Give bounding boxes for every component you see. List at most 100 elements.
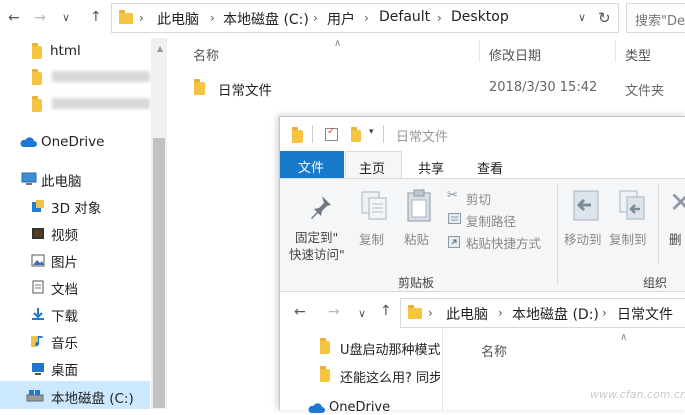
up-arrow-icon[interactable]: ↑ (380, 303, 392, 319)
sidebar-item-downloads[interactable]: 下载 (51, 305, 78, 325)
quick-access-dropdown-icon[interactable]: ▾ (369, 127, 374, 137)
scrollbar-thumb[interactable] (153, 138, 165, 408)
recent-dropdown-icon[interactable]: ∨ (62, 10, 70, 26)
chevron-right-icon: › (364, 11, 369, 25)
copy-to-button[interactable]: 复制到 (609, 229, 647, 248)
refresh-icon[interactable]: ↻ (598, 9, 611, 27)
video-icon (32, 228, 44, 239)
music-icon (31, 336, 43, 347)
divider (312, 125, 313, 143)
tab-home-label: 主页 (359, 162, 386, 177)
sidebar-item-pictures[interactable]: 图片 (51, 251, 78, 271)
sidebar-scrollbar[interactable]: ▲ (151, 38, 167, 409)
documents-icon (32, 280, 44, 294)
sidebar-item-html[interactable]: html (50, 43, 81, 59)
cloud-icon (20, 137, 37, 147)
breadcrumb-drive-d[interactable]: 本地磁盘 (D:) (512, 304, 599, 324)
group-divider (658, 184, 659, 264)
nav-item-usb-boot[interactable]: U盘启动那种模式 (340, 339, 440, 358)
organize-group-label: 组织 (643, 276, 668, 290)
3d-objects-icon (32, 200, 44, 212)
new-folder-icon[interactable] (351, 127, 361, 142)
column-divider[interactable] (615, 40, 616, 62)
copy-path-icon (448, 213, 461, 224)
tab-home[interactable]: 主页 (345, 151, 402, 179)
sort-up-icon: ∧ (334, 38, 342, 49)
search-box[interactable]: 搜索"De (626, 3, 685, 33)
back-arrow-icon[interactable]: ← (294, 304, 306, 320)
folder-shortcut-icon (194, 79, 205, 95)
delete-button[interactable]: 删 (669, 229, 682, 248)
folder-icon (320, 366, 330, 382)
folder-icon (32, 69, 42, 85)
sidebar-item-onedrive[interactable]: OneDrive (41, 134, 104, 150)
breadcrumb-daily-files[interactable]: 日常文件 (617, 304, 673, 324)
folder-icon (32, 96, 42, 112)
breadcrumb-this-pc[interactable]: 此电脑 (157, 9, 199, 29)
tab-file[interactable]: 文件 (280, 151, 344, 178)
search-placeholder: 搜索"De (635, 14, 685, 29)
sidebar-item-drive-c[interactable]: 本地磁盘 (C:) (51, 387, 134, 407)
tab-share[interactable]: 共享 (418, 158, 444, 177)
breadcrumb-drive-c[interactable]: 本地磁盘 (C:) (223, 9, 309, 29)
tab-file-label: 文件 (298, 161, 325, 176)
scroll-up-icon[interactable]: ▲ (157, 44, 163, 53)
nav-item-onedrive[interactable]: OneDrive (329, 400, 390, 415)
sidebar-item-this-pc[interactable]: 此电脑 (41, 170, 82, 190)
breadcrumb-desktop[interactable]: Desktop (451, 9, 509, 25)
watermark: www.cfan.com.cn (590, 388, 685, 401)
cut-button[interactable]: 剪切 (466, 189, 491, 208)
address-bar[interactable]: › 此电脑 › 本地磁盘 (D:) › 日常文件 (400, 298, 685, 328)
paste-shortcut-button[interactable]: 粘贴快捷方式 (466, 233, 541, 252)
copy-to-icon (619, 190, 645, 220)
up-arrow-icon[interactable]: ↑ (90, 9, 102, 25)
paste-icon (407, 189, 431, 222)
forward-arrow-icon[interactable]: → (34, 10, 46, 26)
breadcrumb-this-pc[interactable]: 此电脑 (446, 304, 488, 324)
address-bar[interactable]: › 此电脑 › 本地磁盘 (C:) › 用户 › Default › Deskt… (111, 3, 619, 33)
column-header-name[interactable]: 名称 (193, 45, 219, 64)
move-to-button[interactable]: 移动到 (564, 229, 602, 248)
breadcrumb-users[interactable]: 用户 (327, 9, 355, 29)
computer-icon (21, 172, 37, 185)
column-divider[interactable] (479, 40, 480, 62)
sidebar-item-music[interactable]: 音乐 (51, 332, 78, 352)
scissors-icon: ✂ (447, 188, 458, 203)
address-dropdown-icon[interactable]: ∨ (578, 11, 586, 24)
copy-button[interactable]: 复制 (359, 229, 384, 248)
copy-path-button[interactable]: 复制路径 (466, 211, 516, 230)
divider (383, 125, 384, 143)
blurred-sidebar-item[interactable] (52, 98, 150, 109)
front-window: ✓ ▾ 日常文件 文件 主页 共享 查看 固定到" 快速访问" 复制 粘贴 ✂ … (279, 116, 685, 415)
sidebar-item-3d-objects[interactable]: 3D 对象 (51, 197, 101, 217)
breadcrumb-default[interactable]: Default (379, 9, 430, 25)
cloud-icon (308, 403, 325, 413)
paste-button[interactable]: 粘贴 (404, 229, 429, 248)
title-bar: ✓ ▾ 日常文件 (280, 117, 685, 151)
sidebar-item-documents[interactable]: 文档 (51, 278, 78, 298)
pin-icon (311, 196, 331, 219)
column-header-type[interactable]: 类型 (625, 45, 651, 64)
file-name: 日常文件 (218, 83, 272, 99)
properties-icon[interactable]: ✓ (325, 126, 338, 141)
pin-label-line2[interactable]: 快速访问" (289, 244, 345, 263)
forward-arrow-icon[interactable]: → (328, 304, 340, 320)
folder-icon (408, 305, 422, 319)
tab-view[interactable]: 查看 (477, 158, 503, 177)
pane-divider (442, 329, 443, 410)
chevron-right-icon: › (428, 306, 433, 320)
sidebar-item-videos[interactable]: 视频 (51, 224, 78, 244)
paste-shortcut-icon (448, 236, 460, 248)
clipboard-group-label: 剪贴板 (398, 276, 435, 290)
recent-dropdown-icon[interactable]: ∨ (358, 306, 366, 322)
drive-icon (26, 390, 44, 402)
back-arrow-icon[interactable]: ← (8, 10, 20, 26)
blurred-sidebar-item[interactable] (52, 71, 150, 82)
nav-item-sync[interactable]: 还能这么用? 同步 (340, 367, 440, 386)
copy-icon (361, 191, 387, 220)
sidebar-item-desktop[interactable]: 桌面 (51, 359, 78, 379)
column-header-name[interactable]: 名称 (481, 341, 507, 360)
chevron-right-icon: › (313, 11, 318, 25)
column-header-date[interactable]: 修改日期 (489, 45, 541, 64)
file-date: 2018/3/30 15:42 (489, 80, 598, 95)
